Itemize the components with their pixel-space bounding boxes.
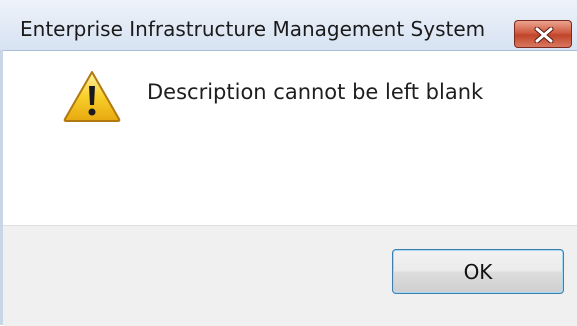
- close-button[interactable]: [514, 20, 572, 48]
- dialog-message: Description cannot be left blank: [147, 80, 484, 104]
- warning-icon: [63, 71, 121, 122]
- ok-button[interactable]: OK: [392, 249, 564, 294]
- message-dialog: Enterprise Infrastructure Management Sys…: [0, 0, 577, 326]
- close-icon: [534, 27, 554, 43]
- window-title: Enterprise Infrastructure Management Sys…: [20, 17, 486, 41]
- title-bar[interactable]: Enterprise Infrastructure Management Sys…: [0, 0, 577, 51]
